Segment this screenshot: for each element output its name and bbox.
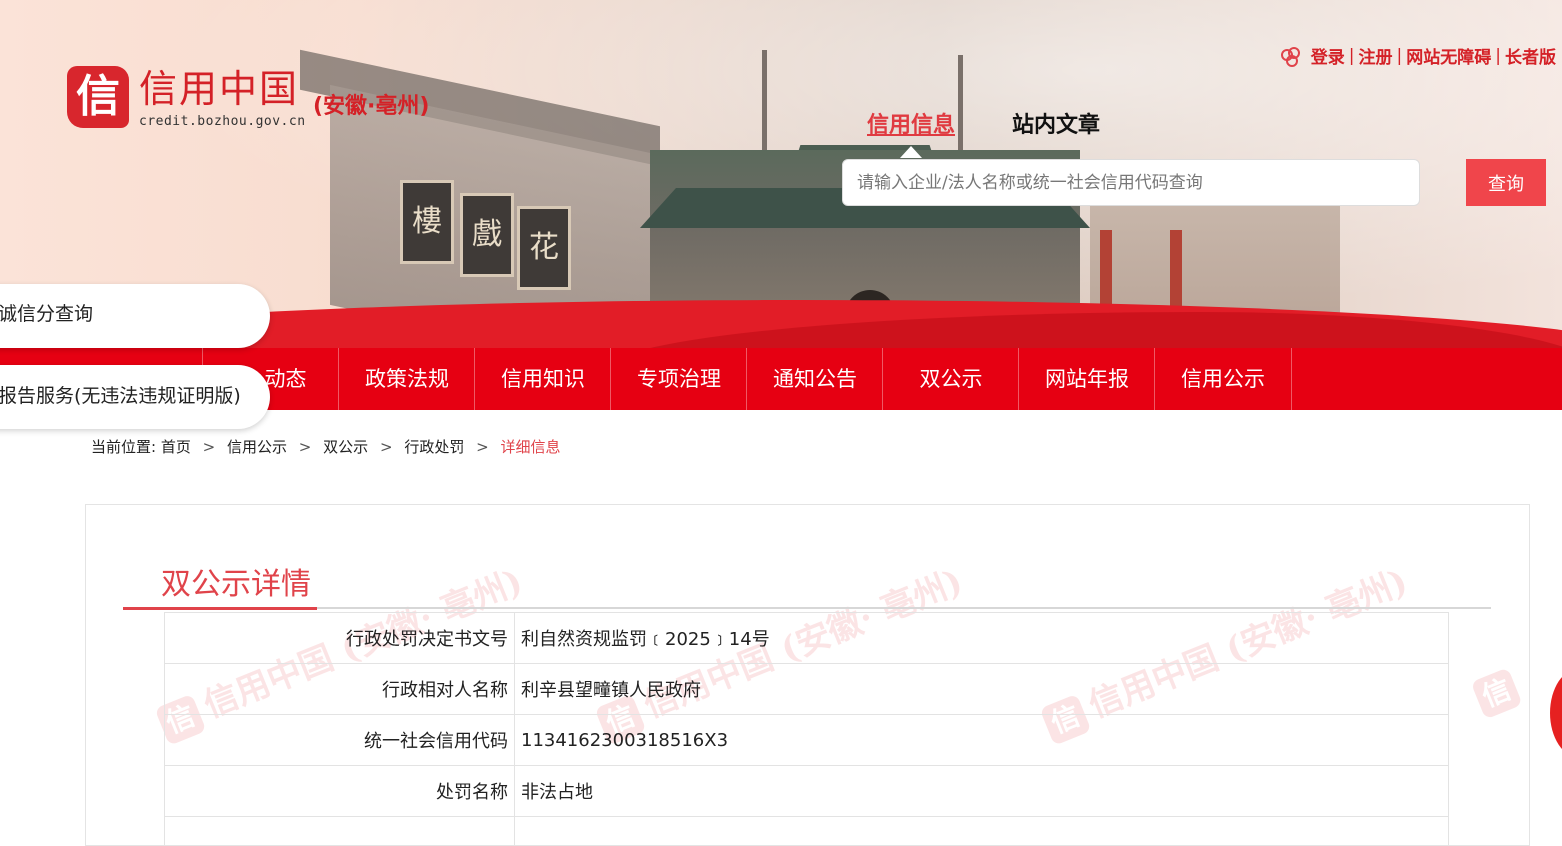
row-value: 利自然资规监罚﹝2025﹞14号 — [515, 613, 1449, 664]
table-row: 行政处罚决定书文号 利自然资规监罚﹝2025﹞14号 — [165, 613, 1449, 664]
breadcrumb-credit-publicity[interactable]: 信用公示 — [227, 438, 287, 456]
watermark: 信 — [1470, 663, 1530, 720]
table-row — [165, 817, 1449, 846]
detail-panel: 信信用中国 (安徽· 亳州) 信信用中国 (安徽· 亳州) 信信用中国 (安徽·… — [85, 504, 1530, 846]
row-value: 利辛县望疃镇人民政府 — [515, 664, 1449, 715]
logo-seal-icon: 信 — [67, 66, 129, 128]
accessibility-link[interactable]: 网站无障碍 — [1406, 43, 1491, 68]
register-link[interactable]: 注册 — [1359, 43, 1393, 68]
detail-title: 双公示详情 — [161, 559, 311, 603]
tab-credit-info[interactable]: 信用信息 — [867, 107, 955, 139]
nav-item-special[interactable]: 专项治理 — [610, 348, 747, 410]
row-value — [515, 817, 1449, 846]
top-links: 登录 | 注册 | 网站无障碍 | 长者版 — [1281, 43, 1556, 68]
nav-item-double-publicity[interactable]: 双公示 — [882, 348, 1019, 410]
row-key: 行政相对人名称 — [165, 664, 515, 715]
tab-caret-icon — [900, 146, 922, 158]
tab-site-articles[interactable]: 站内文章 — [1012, 107, 1100, 139]
table-row: 行政相对人名称 利辛县望疃镇人民政府 — [165, 664, 1449, 715]
breadcrumb-admin-penalty[interactable]: 行政处罚 — [404, 438, 464, 456]
table-row: 统一社会信用代码 1134162300318516X3 — [165, 715, 1449, 766]
breadcrumb-double-publicity[interactable]: 双公示 — [323, 438, 368, 456]
breadcrumb-home[interactable]: 首页 — [161, 438, 191, 456]
table-row: 处罚名称 非法占地 — [165, 766, 1449, 817]
report-service-button[interactable]: 报告服务(无违法违规证明版) — [0, 365, 270, 429]
user-icon — [1281, 47, 1299, 65]
login-link[interactable]: 登录 — [1311, 43, 1345, 68]
row-value: 1134162300318516X3 — [515, 715, 1449, 766]
nav-item-annual-report[interactable]: 网站年报 — [1018, 348, 1155, 410]
logo-region: (安徽·亳州) — [313, 88, 429, 120]
nav-item-policy[interactable]: 政策法规 — [338, 348, 475, 410]
credit-score-query-button[interactable]: 诚信分查询 — [0, 284, 270, 348]
site-logo[interactable]: 信 信用中国 credit.bozhou.gov.cn — [67, 66, 306, 129]
row-value: 非法占地 — [515, 766, 1449, 817]
breadcrumb-current: 详细信息 — [500, 438, 560, 456]
row-key: 处罚名称 — [165, 766, 515, 817]
detail-table: 行政处罚决定书文号 利自然资规监罚﹝2025﹞14号 行政相对人名称 利辛县望疃… — [164, 612, 1449, 846]
title-divider-accent — [123, 607, 317, 610]
banner-plaque: 戲 — [460, 193, 514, 277]
search-button[interactable]: 查询 — [1466, 159, 1546, 206]
logo-url: credit.bozhou.gov.cn — [139, 114, 306, 129]
row-key — [165, 817, 515, 846]
search-input[interactable] — [842, 159, 1420, 206]
banner-plaque: 樓 — [400, 180, 454, 264]
breadcrumb: 当前位置: 首页 > 信用公示 > 双公示 > 行政处罚 > 详细信息 — [91, 436, 560, 457]
title-divider — [123, 607, 1491, 609]
elder-mode-link[interactable]: 长者版 — [1505, 43, 1556, 68]
nav-item-credit-publicity[interactable]: 信用公示 — [1154, 348, 1292, 410]
logo-title: 信用中国 — [139, 66, 306, 112]
breadcrumb-prefix: 当前位置: — [91, 438, 156, 456]
side-float-icon[interactable] — [1550, 668, 1562, 758]
nav-item-notice[interactable]: 通知公告 — [746, 348, 883, 410]
row-key: 统一社会信用代码 — [165, 715, 515, 766]
banner-plaque: 花 — [517, 206, 571, 290]
row-key: 行政处罚决定书文号 — [165, 613, 515, 664]
nav-item-knowledge[interactable]: 信用知识 — [474, 348, 611, 410]
